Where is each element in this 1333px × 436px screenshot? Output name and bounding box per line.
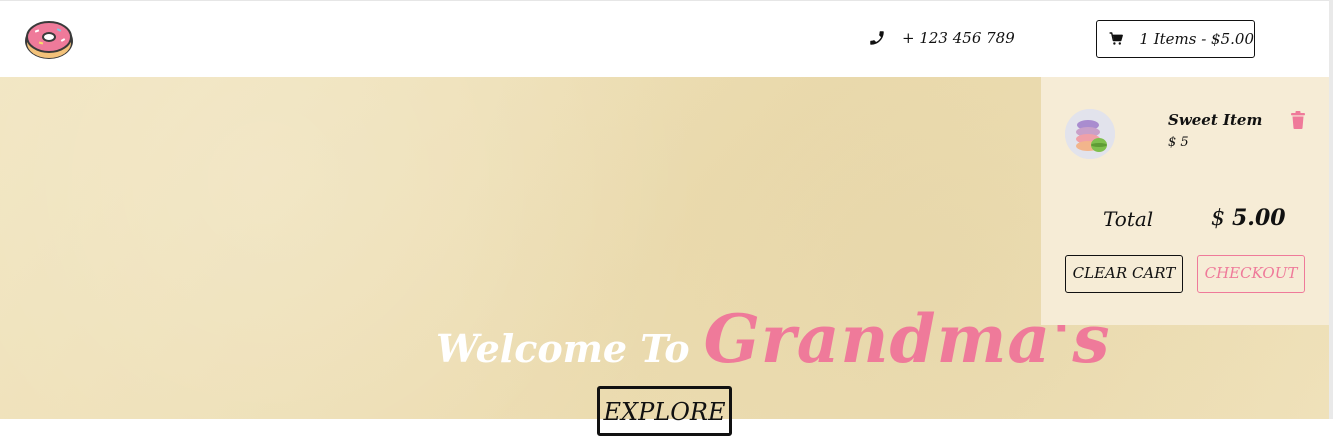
phone-number: + 123 456 789 <box>902 29 1015 47</box>
page-scrollbar[interactable] <box>1329 0 1333 419</box>
cart-total-amount: 5.00 <box>1232 205 1286 231</box>
cart-total-value: $ 5.00 <box>1211 205 1286 231</box>
trash-icon[interactable] <box>1290 111 1306 129</box>
clear-cart-button[interactable]: CLEAR CART <box>1065 255 1183 293</box>
explore-button[interactable]: EXPLORE <box>597 386 732 436</box>
cart-total-label: Total <box>1103 207 1154 231</box>
cart-summary-label: 1 Items - $5.00 <box>1139 30 1254 48</box>
phone-icon <box>870 31 884 45</box>
cart-icon <box>1109 32 1123 45</box>
checkout-button[interactable]: CHECKOUT <box>1197 255 1305 293</box>
hero-heading: Welcome To Grandma's <box>436 300 1111 378</box>
navbar: + 123 456 789 1 Items - $5.00 <box>0 1 1329 77</box>
donut-logo-icon[interactable] <box>23 17 75 61</box>
cart-summary-button[interactable]: 1 Items - $5.00 <box>1096 20 1255 58</box>
phone-contact: + 123 456 789 <box>868 29 1015 47</box>
macaron-stack-image <box>1065 109 1115 159</box>
cart-total-currency: $ <box>1211 206 1225 231</box>
hero-welcome-text: Welcome To <box>436 326 690 371</box>
cart-item-title: Sweet Item <box>1168 111 1263 129</box>
cart-dropdown-panel: Sweet Item $ 5 Total $ 5.00 CLEAR CART C… <box>1041 77 1329 325</box>
cart-item-price: $ 5 <box>1168 135 1189 150</box>
cart-item-image <box>1065 109 1115 159</box>
